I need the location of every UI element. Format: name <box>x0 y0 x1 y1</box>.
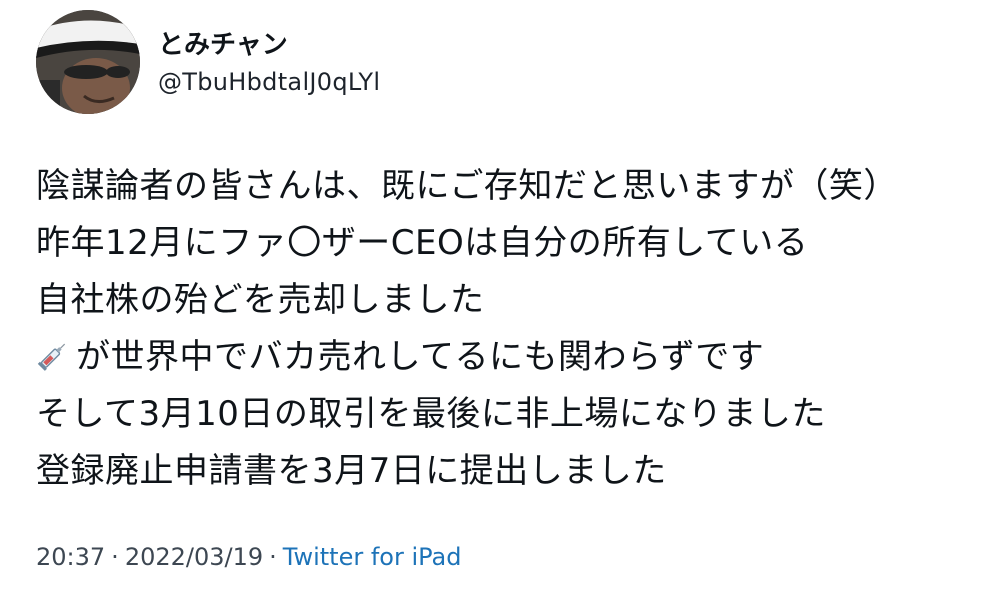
tweet-line: 自社株の殆どを売却しました <box>36 280 485 320</box>
syringe-icon <box>36 333 70 371</box>
meta-separator: · <box>111 543 119 571</box>
avatar-photo-icon <box>36 10 140 114</box>
tweet-line: 登録廃止申請書を3月7日に提出しました <box>36 451 667 491</box>
tweet-source-link[interactable]: Twitter for iPad <box>283 543 462 571</box>
tweet-line-with-emoji: が世界中でバカ売れしてるにも関わらずです <box>36 329 986 386</box>
tweet-line: 陰謀論者の皆さんは、既にご存知だと思いますが（笑） <box>36 166 898 206</box>
meta-separator: · <box>269 543 277 571</box>
author-display-name[interactable]: とみチャン <box>158 28 288 62</box>
tweet-meta: 20:37 · 2022/03/19 · Twitter for iPad <box>36 540 461 574</box>
avatar[interactable] <box>36 10 140 114</box>
tweet-line: 昨年12月にファ〇ザーCEOは自分の所有している <box>36 223 809 263</box>
tweet-date[interactable]: 2022/03/19 <box>125 543 263 571</box>
tweet-time[interactable]: 20:37 <box>36 543 105 571</box>
tweet-body: 陰謀論者の皆さんは、既にご存知だと思いますが（笑） 昨年12月にファ〇ザーCEO… <box>36 158 986 500</box>
author-handle[interactable]: @TbuHbdtalJ0qLYl <box>158 66 380 98</box>
tweet-card: とみチャン @TbuHbdtalJ0qLYl 陰謀論者の皆さんは、既にご存知だと… <box>0 0 1000 591</box>
tweet-line: そして3月10日の取引を最後に非上場になりました <box>36 394 826 434</box>
tweet-line-text: が世界中でバカ売れしてるにも関わらずです <box>76 337 765 377</box>
